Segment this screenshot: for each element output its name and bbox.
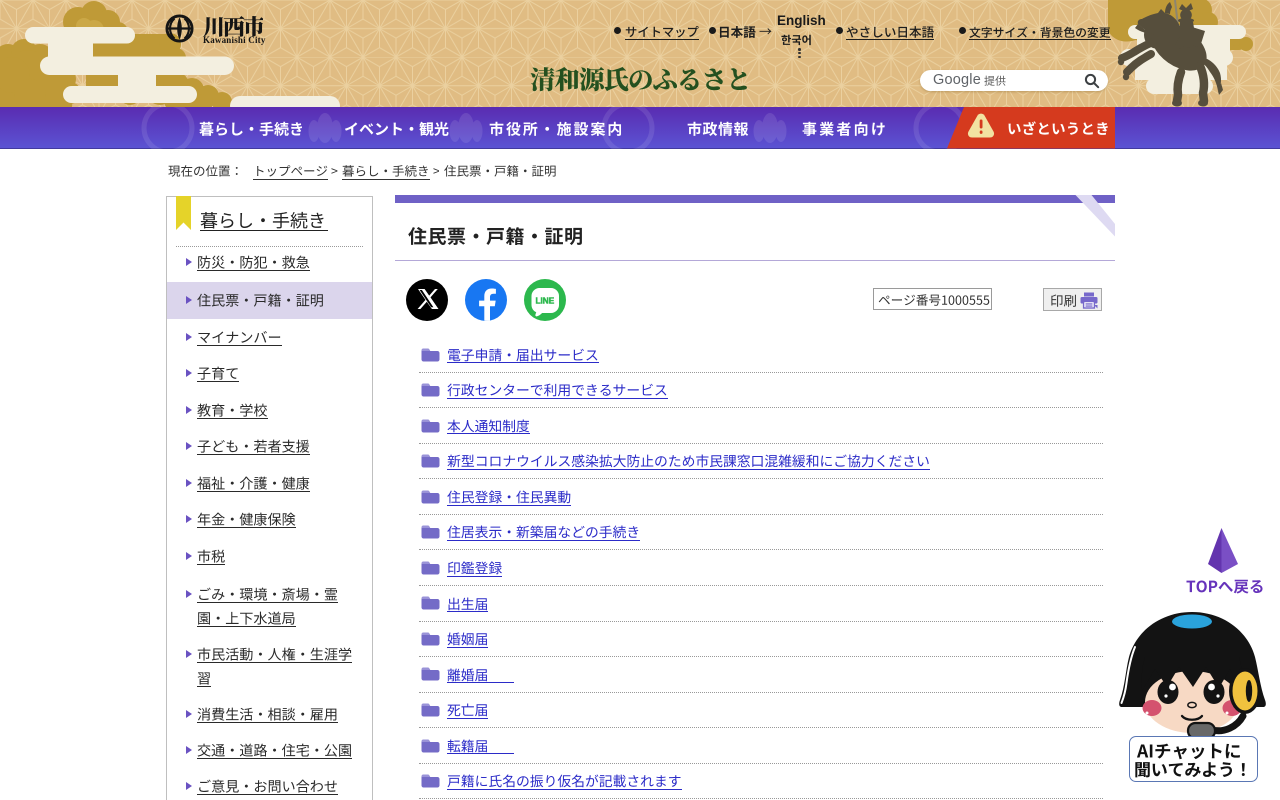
svg-text:LINE: LINE — [536, 297, 555, 306]
